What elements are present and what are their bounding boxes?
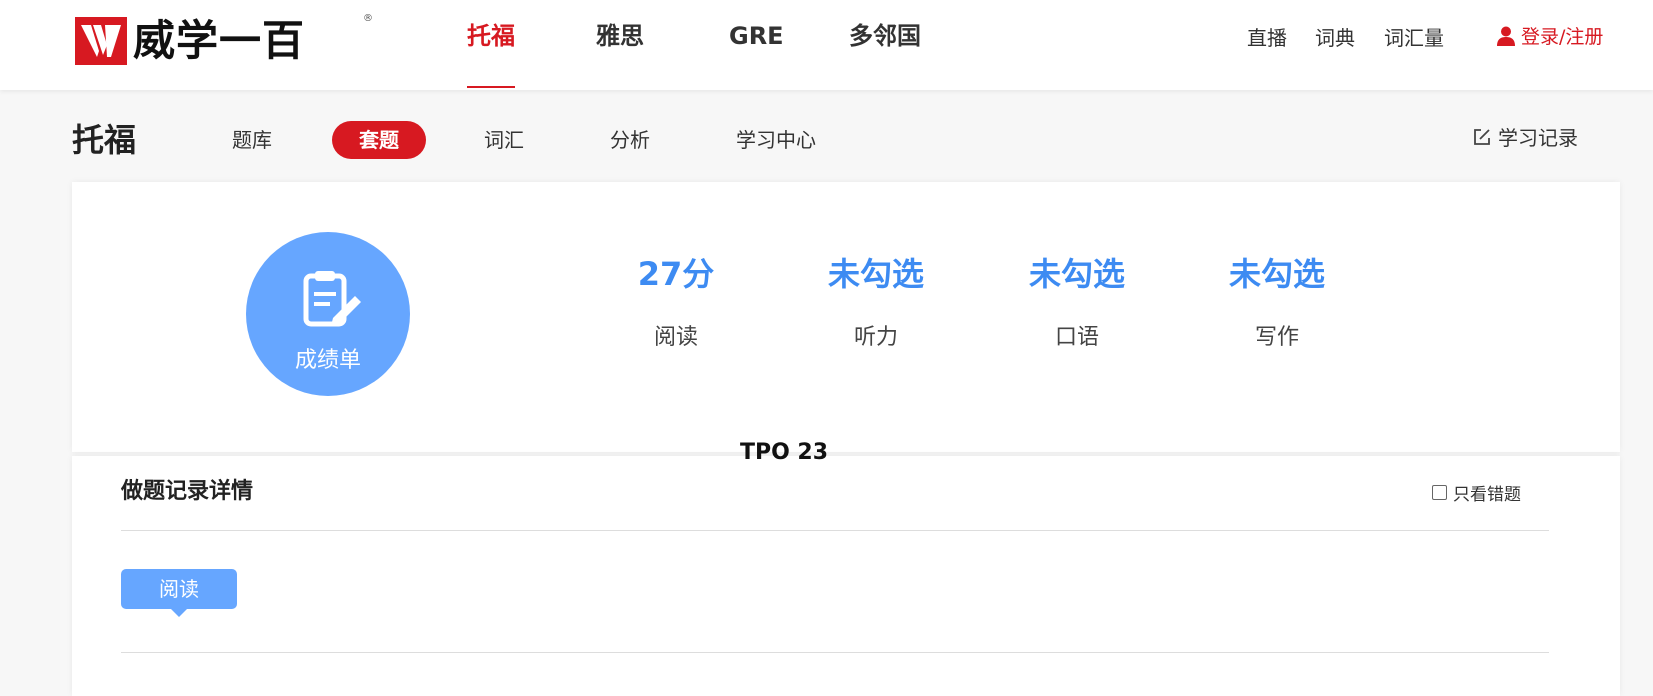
stat-name: 口语 [1054,325,1099,350]
login-register-link[interactable]: 登录/注册 [1497,22,1603,49]
report-card-label: 成绩单 [294,348,361,373]
nav-ielts[interactable]: 雅思 [596,20,644,52]
stat-name: 阅读 [653,325,698,350]
stat-writing: 未勾选 写作 [1197,254,1357,352]
tab-analysis[interactable]: 分析 [610,126,650,154]
clipboard-icon [303,271,361,327]
detail-title: 做题记录详情 [121,479,254,504]
nav-duolingo[interactable]: 多邻国 [849,20,921,52]
test-name: TPO 23 [739,440,829,465]
tab-question-bank[interactable]: 题库 [232,126,272,154]
checkbox-box[interactable] [1432,485,1447,500]
brand-name: 威学一百 [133,16,306,65]
nav-vocab-test[interactable]: 词汇量 [1384,24,1444,52]
login-label: 登录/注册 [1521,26,1604,48]
section-tag-reading[interactable]: 阅读 [121,569,237,617]
stat-speaking: 未勾选 口语 [997,254,1157,352]
nav-dictionary[interactable]: 词典 [1315,24,1355,52]
tab-vocabulary[interactable]: 词汇 [484,126,524,154]
stat-value: 未勾选 [1028,255,1125,293]
stat-name: 听力 [853,325,898,350]
nav-toefl[interactable]: 托福 [467,20,515,52]
stat-value: 未勾选 [827,255,924,293]
brand-logo[interactable]: 威学一百 ® [75,13,373,65]
nav-live[interactable]: 直播 [1247,24,1287,52]
stat-value: 未勾选 [1228,255,1325,293]
study-record-label: 学习记录 [1498,126,1578,150]
registered-mark: ® [363,13,373,24]
tab-learning-center[interactable]: 学习中心 [736,126,816,154]
only-wrong-label: 只看错题 [1453,485,1521,505]
top-header: 威学一百 ® 托福 雅思 GRE 多邻国 直播 词典 词汇量 登录/注册 [0,0,1653,90]
divider [121,530,1549,531]
nav-active-indicator [467,86,515,88]
detail-panel: 做题记录详情 只看错题 阅读 [72,456,1620,696]
report-card-badge: 成绩单 [246,232,410,396]
edit-icon [1474,128,1490,145]
section-title: 托福 [72,121,137,159]
tab-test-sets[interactable]: 套题 [332,121,426,159]
stat-name: 写作 [1254,325,1299,350]
study-record-link[interactable]: 学习记录 [1472,122,1578,151]
score-card: 成绩单 27分 阅读 未勾选 听力 未勾选 口语 未勾选 写作 [72,182,1620,452]
stat-reading: 27分 阅读 [596,254,756,352]
logo-mark-icon [75,17,127,65]
nav-gre[interactable]: GRE [729,20,784,52]
divider [121,652,1549,653]
stat-value: 27分 [637,255,715,293]
only-wrong-checkbox[interactable]: 只看错题 [1432,480,1521,505]
stat-listening: 未勾选 听力 [796,254,956,352]
user-icon [1497,26,1515,46]
